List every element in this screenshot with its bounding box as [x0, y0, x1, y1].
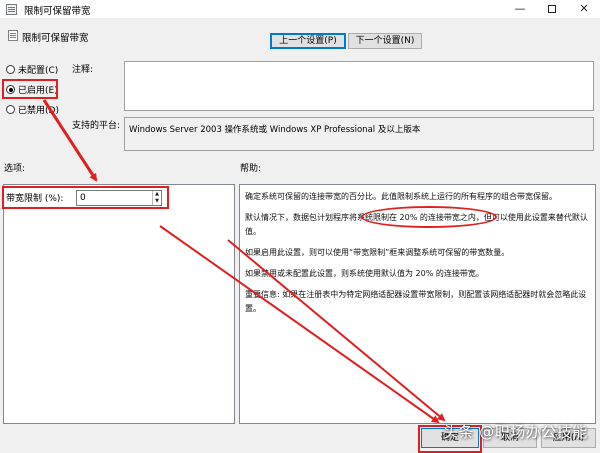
options-panel [3, 184, 235, 424]
highlight-box-enabled [2, 79, 58, 99]
radio-label: 未配置(C) [18, 66, 59, 76]
previous-setting-button[interactable]: 上一个设置(P) [270, 33, 346, 49]
highlight-ellipse-default-limit [361, 206, 497, 228]
highlight-box-bandwidth [2, 186, 169, 209]
radio-button-icon [6, 65, 15, 74]
policy-setting-icon [8, 30, 18, 41]
radio-not-configured[interactable]: 未配置(C) [6, 63, 58, 76]
policy-window-icon [6, 4, 17, 15]
help-paragraph: 重要信息: 如果在注册表中为特定网络适配器设置带宽限制，则配置该网络适配器时就会… [245, 290, 587, 313]
help-paragraph: 确定系统可保留的连接带宽的百分比。此值限制系统上运行的所有程序的组合带宽保留。 [245, 192, 557, 201]
window-title: 限制可保留带宽 [24, 6, 91, 17]
help-paragraph: 如果禁用或未配置此设置，则系统使用默认值为 20% 的连接带宽。 [245, 269, 484, 278]
options-label: 选项: [4, 164, 26, 174]
policy-title: 限制可保留带宽 [22, 33, 89, 44]
watermark: 头条 @职场办公技能 [443, 423, 588, 441]
minimize-button[interactable]: — [504, 0, 536, 18]
comment-label: 注释: [72, 65, 94, 75]
maximize-button[interactable] [536, 0, 568, 18]
supported-platform-field: Windows Server 2003 操作系统或 Windows XP Pro… [124, 117, 594, 151]
comment-textarea[interactable] [124, 61, 594, 111]
close-button[interactable]: ✕ [568, 0, 600, 18]
radio-label: 已禁用(D) [18, 106, 59, 116]
radio-button-icon [6, 105, 15, 114]
maximize-icon [548, 5, 556, 13]
supported-platform-label: 支持的平台: [72, 121, 121, 131]
help-label: 帮助: [240, 164, 262, 174]
radio-disabled[interactable]: 已禁用(D) [6, 103, 59, 116]
help-paragraph: 如果启用此设置，则可以使用“带宽限制”框来调整系统可保留的带宽数量。 [245, 248, 510, 257]
next-setting-button[interactable]: 下一个设置(N) [348, 33, 422, 49]
